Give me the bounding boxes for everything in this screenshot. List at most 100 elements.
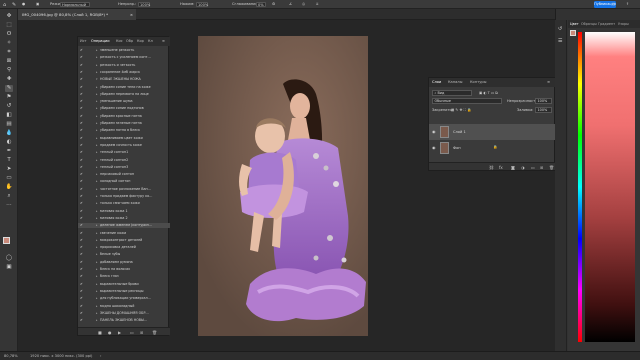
expand-caret-icon[interactable]: ▸ [96, 245, 98, 250]
tab-layers[interactable]: Слои [432, 80, 441, 84]
layer-kind-filter[interactable]: ⌕ Вид [432, 90, 472, 96]
visibility-eye-icon[interactable]: ◉ [432, 145, 436, 150]
dialog-toggle[interactable] [86, 296, 91, 301]
history-icon[interactable]: ↺ [558, 26, 562, 32]
lasso-tool-icon[interactable]: ʘ [5, 31, 13, 38]
action-row[interactable]: ✔ ▸ матовая кожа 2 [78, 216, 170, 221]
pen-tool-icon[interactable]: ✒ [5, 148, 13, 155]
delete-icon[interactable]: 🗑 [549, 165, 554, 170]
gradient-icon[interactable]: ▤ [5, 121, 13, 128]
dialog-toggle[interactable] [86, 136, 91, 141]
expand-caret-icon[interactable]: ▸ [96, 201, 98, 206]
action-row[interactable]: ✔ ▸ убираем синие тени на коже [78, 85, 170, 90]
expand-caret-icon[interactable]: ▸ [96, 63, 98, 68]
tab-channels[interactable]: Каналы [448, 80, 462, 84]
action-row[interactable]: ✔ ▸ убираем красные пятна [78, 114, 170, 119]
opacity-field[interactable]: 100% [535, 98, 552, 104]
action-row[interactable]: ✔ ▸ ЭКШЕНЫ ДОМАШНЯЯ ОБР… [78, 311, 170, 316]
expand-caret-icon[interactable]: ▸ [96, 289, 98, 294]
tab-gradient[interactable]: Градиент [598, 22, 615, 26]
tab-paths[interactable]: Контуры [470, 80, 486, 84]
dialog-toggle[interactable] [86, 48, 91, 53]
action-row[interactable]: ✔ ▸ теплый сонтон3 [78, 165, 170, 170]
action-row[interactable]: ✔ ▸ выразительные ресницы [78, 289, 170, 294]
expand-caret-icon[interactable]: ▸ [96, 216, 98, 221]
quick-mask-icon[interactable]: ◯ [5, 255, 13, 262]
expand-caret-icon[interactable]: ▸ [96, 158, 98, 163]
dialog-toggle[interactable] [86, 165, 91, 170]
expand-caret-icon[interactable]: ▸ [96, 172, 98, 177]
flow-field[interactable]: 100% [196, 1, 208, 7]
stop-icon[interactable]: ■ [98, 330, 102, 335]
expand-caret-icon[interactable]: ▸ [96, 194, 98, 199]
tab-brushes[interactable]: Кис [116, 39, 123, 43]
dialog-toggle[interactable] [86, 282, 91, 287]
dialog-toggle[interactable] [86, 106, 91, 111]
action-row[interactable]: ✔ ▸ для публикации универсал… [78, 296, 170, 301]
checkmark-icon[interactable]: ✔ [80, 150, 83, 155]
expand-caret-icon[interactable]: ▸ [96, 223, 98, 228]
action-row[interactable]: ✔ ▸ зменшене резкость [78, 48, 170, 53]
delete-icon[interactable]: 🗑 [152, 330, 157, 335]
dialog-toggle[interactable] [86, 289, 91, 294]
dialog-toggle[interactable] [86, 194, 91, 199]
tab-clone[interactable]: Кл [148, 39, 153, 43]
quick-select-icon[interactable]: ✧ [5, 40, 13, 47]
healing-brush-icon[interactable]: ✚ [5, 76, 13, 83]
hue-slider[interactable] [578, 32, 582, 342]
expand-caret-icon[interactable]: ▸ [96, 55, 98, 60]
filter-pixel-icon[interactable]: ▣ ◐ T ▭ ⧉ [479, 91, 498, 95]
properties-icon[interactable]: ☰ [558, 38, 562, 44]
symmetry-icon[interactable]: ⧖ [316, 2, 319, 6]
expand-caret-icon[interactable]: ▸ [96, 143, 98, 148]
tab-color[interactable]: Цвет [570, 22, 579, 26]
action-row[interactable]: ✔ ▸ резкость и четкость [78, 63, 170, 68]
expand-caret-icon[interactable]: ▸ [96, 274, 98, 279]
visibility-eye-icon[interactable]: ◉ [432, 129, 436, 134]
checkmark-icon[interactable]: ✔ [80, 92, 83, 97]
dialog-toggle[interactable] [86, 128, 91, 133]
checkmark-icon[interactable]: ✔ [80, 216, 83, 221]
dialog-toggle[interactable] [86, 274, 91, 279]
dialog-toggle[interactable] [86, 121, 91, 126]
dialog-toggle[interactable] [86, 85, 91, 90]
checkmark-icon[interactable]: ✔ [80, 77, 83, 82]
expand-caret-icon[interactable]: ▸ [96, 70, 98, 75]
checkmark-icon[interactable]: ✔ [80, 223, 83, 228]
action-row[interactable]: ✔ ▸ выразительные брови [78, 282, 170, 287]
expand-caret-icon[interactable]: ▸ [96, 99, 98, 104]
brush-settings-icon[interactable]: ▣ [36, 2, 39, 6]
mode-dropdown[interactable]: Нормальный [60, 1, 90, 7]
zoom-tool-icon[interactable]: ⌕ [5, 193, 13, 200]
expand-caret-icon[interactable]: ▸ [96, 136, 98, 141]
dialog-toggle[interactable] [86, 209, 91, 214]
checkmark-icon[interactable]: ✔ [80, 99, 83, 104]
new-layer-icon[interactable]: ⊞ [540, 165, 543, 170]
dialog-toggle[interactable] [86, 179, 91, 184]
action-row[interactable]: ✔ ▸ резкость с усилением конт… [78, 55, 170, 60]
checkmark-icon[interactable]: ✔ [80, 252, 83, 257]
checkmark-icon[interactable]: ✔ [80, 158, 83, 163]
document-tab[interactable]: IMG_004096.jpg @ 80,8% (Слой 1, RGB/8*) … [18, 9, 136, 20]
dodge-tool-icon[interactable]: ◐ [5, 139, 13, 146]
checkmark-icon[interactable]: ✔ [80, 114, 83, 119]
action-row[interactable]: ✔ ▸ убираем зеленые пятна [78, 121, 170, 126]
tab-swatches[interactable]: Образцы [581, 22, 597, 26]
dialog-toggle[interactable] [86, 201, 91, 206]
expand-caret-icon[interactable]: ▸ [96, 165, 98, 170]
dialog-toggle[interactable] [86, 252, 91, 257]
checkmark-icon[interactable]: ✔ [80, 231, 83, 236]
action-row[interactable]: ✔ ▸ теплый сонтон1 [78, 150, 170, 155]
dialog-toggle[interactable] [86, 158, 91, 163]
tab-history[interactable]: Ист [80, 39, 87, 43]
marquee-tool-icon[interactable]: ⬚ [5, 22, 13, 29]
action-row[interactable]: ✔ ▸ придаем сочность коже [78, 143, 170, 148]
checkmark-icon[interactable]: ✔ [80, 282, 83, 287]
checkmark-icon[interactable]: ✔ [80, 63, 83, 68]
dialog-toggle[interactable] [86, 238, 91, 243]
color-picker-field[interactable] [585, 32, 635, 342]
action-row[interactable]: ✔ ▸ выравниваем цвет кожи [78, 136, 170, 141]
dialog-toggle[interactable] [86, 114, 91, 119]
new-action-icon[interactable]: ⊞ [140, 330, 143, 335]
expand-caret-icon[interactable]: ▸ [96, 128, 98, 133]
